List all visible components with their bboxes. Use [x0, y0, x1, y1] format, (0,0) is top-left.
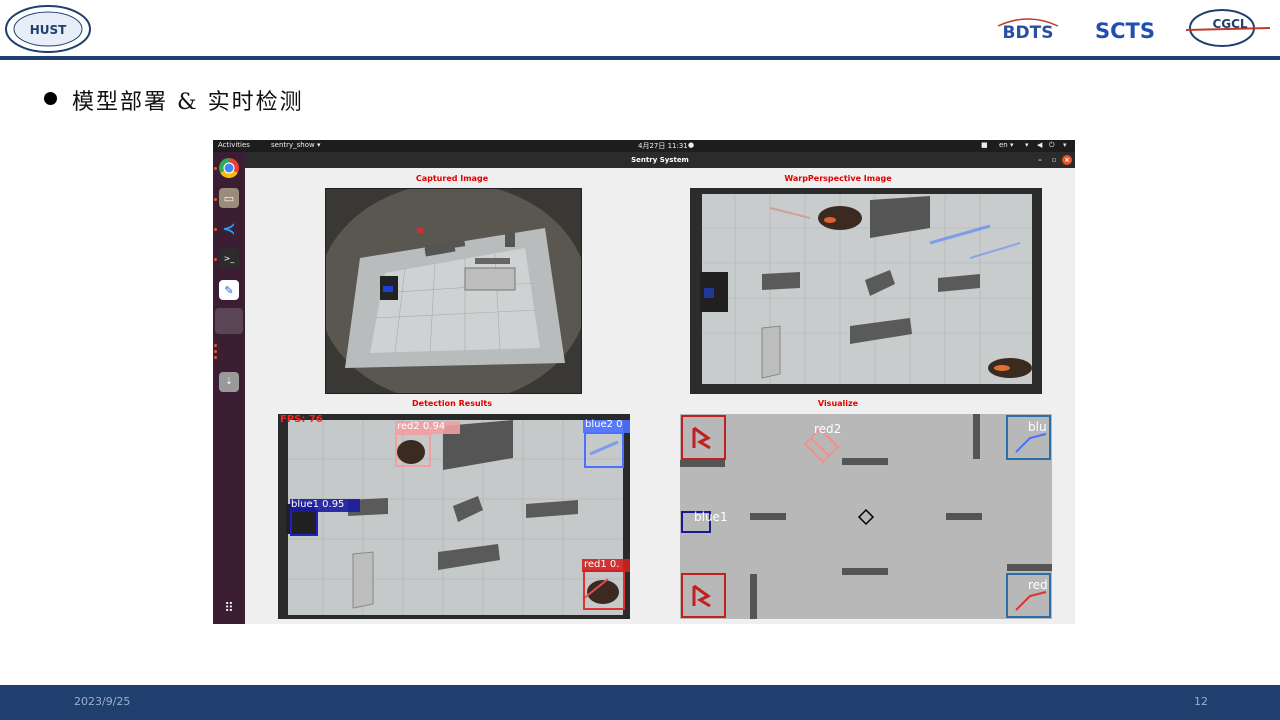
minimize-icon[interactable]: – [1035, 155, 1045, 165]
visualize-title: Visualize [817, 399, 859, 408]
usb-drive-icon[interactable]: ⇣ [219, 372, 239, 392]
bdts-logo: BDTS [988, 14, 1068, 44]
page-number: 12 [1194, 695, 1208, 708]
cgcl-logo: CGCL [1182, 6, 1272, 50]
maximize-icon[interactable]: ▫ [1049, 155, 1059, 165]
app-menu[interactable]: sentry_show ▾ [271, 141, 321, 149]
desktop-screenshot: Activities sentry_show ▾ 4月27日 11:31 ● ■… [213, 140, 1075, 624]
chrome-icon[interactable] [219, 158, 239, 178]
captured-image [325, 188, 582, 394]
close-icon[interactable]: × [1062, 155, 1072, 165]
running-indicator [214, 356, 217, 359]
red2-label: red2 0.94 [397, 421, 446, 432]
running-indicator [214, 198, 217, 201]
warp-image [690, 188, 1042, 394]
visualize-map: red2 blue1 blu red [680, 414, 1052, 619]
blue1-label: blue1 0.95 [291, 499, 345, 510]
warp-image-title: WarpPerspective Image [784, 174, 892, 183]
running-indicator [214, 350, 217, 353]
active-window-icon[interactable] [215, 308, 243, 334]
slide-footer: 2023/9/25 12 [0, 685, 1280, 720]
terminal-icon[interactable]: >_ [219, 248, 239, 268]
vis-blue-label: blu [1028, 420, 1047, 434]
header-rule [0, 56, 1280, 60]
text-editor-icon[interactable]: ✎ [219, 280, 239, 300]
slide-title: 模型部署 & 实时检测 [72, 90, 304, 115]
network-icon[interactable]: ▾ [1025, 141, 1029, 149]
blue2-label: blue2 0 [585, 419, 623, 430]
fps-label: FPS: 76 [280, 414, 323, 425]
files-icon[interactable]: ▭ [219, 188, 239, 208]
detection-results-title: Detection Results [412, 399, 492, 408]
cgcl-text: CGCL [1212, 17, 1247, 31]
clock[interactable]: 4月27日 11:31 [638, 141, 688, 151]
show-apps-icon[interactable]: ⠿ [219, 598, 239, 618]
running-indicator [214, 228, 217, 231]
window-title: Sentry System [631, 156, 689, 164]
bdts-text: BDTS [1003, 23, 1054, 43]
power-icon[interactable]: ⏻ [1049, 141, 1055, 150]
system-menu-icon[interactable]: ▾ [1063, 141, 1067, 149]
language-menu[interactable]: en ▾ [999, 141, 1013, 149]
gnome-top-bar: Activities sentry_show ▾ 4月27日 11:31 ● ■… [213, 140, 1075, 152]
volume-icon[interactable]: ◀ [1037, 141, 1042, 149]
sentry-window-body: Captured Image WarpPerspective Image Det… [245, 168, 1075, 624]
vis-red-label: red [1028, 578, 1048, 592]
running-indicator [214, 344, 217, 347]
svg-text:HUST: HUST [30, 23, 67, 37]
bullet-icon [44, 92, 57, 105]
red1-label: red1 0. [584, 559, 620, 570]
notification-dot-icon: ● [688, 141, 695, 149]
screen-icon[interactable]: ■ [981, 141, 988, 149]
vscode-icon[interactable]: ≺ [219, 218, 239, 238]
activities-button[interactable]: Activities [218, 141, 250, 149]
scts-text: SCTS [1095, 19, 1155, 43]
footer-date: 2023/9/25 [74, 695, 131, 708]
captured-image-title: Captured Image [415, 174, 489, 183]
window-titlebar[interactable]: Sentry System – ▫ × [245, 152, 1075, 168]
vis-blue1-label: blue1 [694, 510, 728, 524]
detection-image: FPS: 76 red2 0.94 blue2 0 blue1 0.95 red… [278, 414, 630, 619]
ubuntu-dock: ▭ ≺ >_ ✎ ⇣ ⠿ [213, 152, 245, 624]
vis-red2-label: red2 [814, 422, 842, 436]
running-indicator [214, 258, 217, 261]
running-indicator [214, 167, 217, 170]
university-logo: HUST [5, 5, 91, 53]
slide-header: HUST BDTS SCTS CGCL [0, 0, 1280, 56]
scts-logo: SCTS [1086, 14, 1164, 44]
